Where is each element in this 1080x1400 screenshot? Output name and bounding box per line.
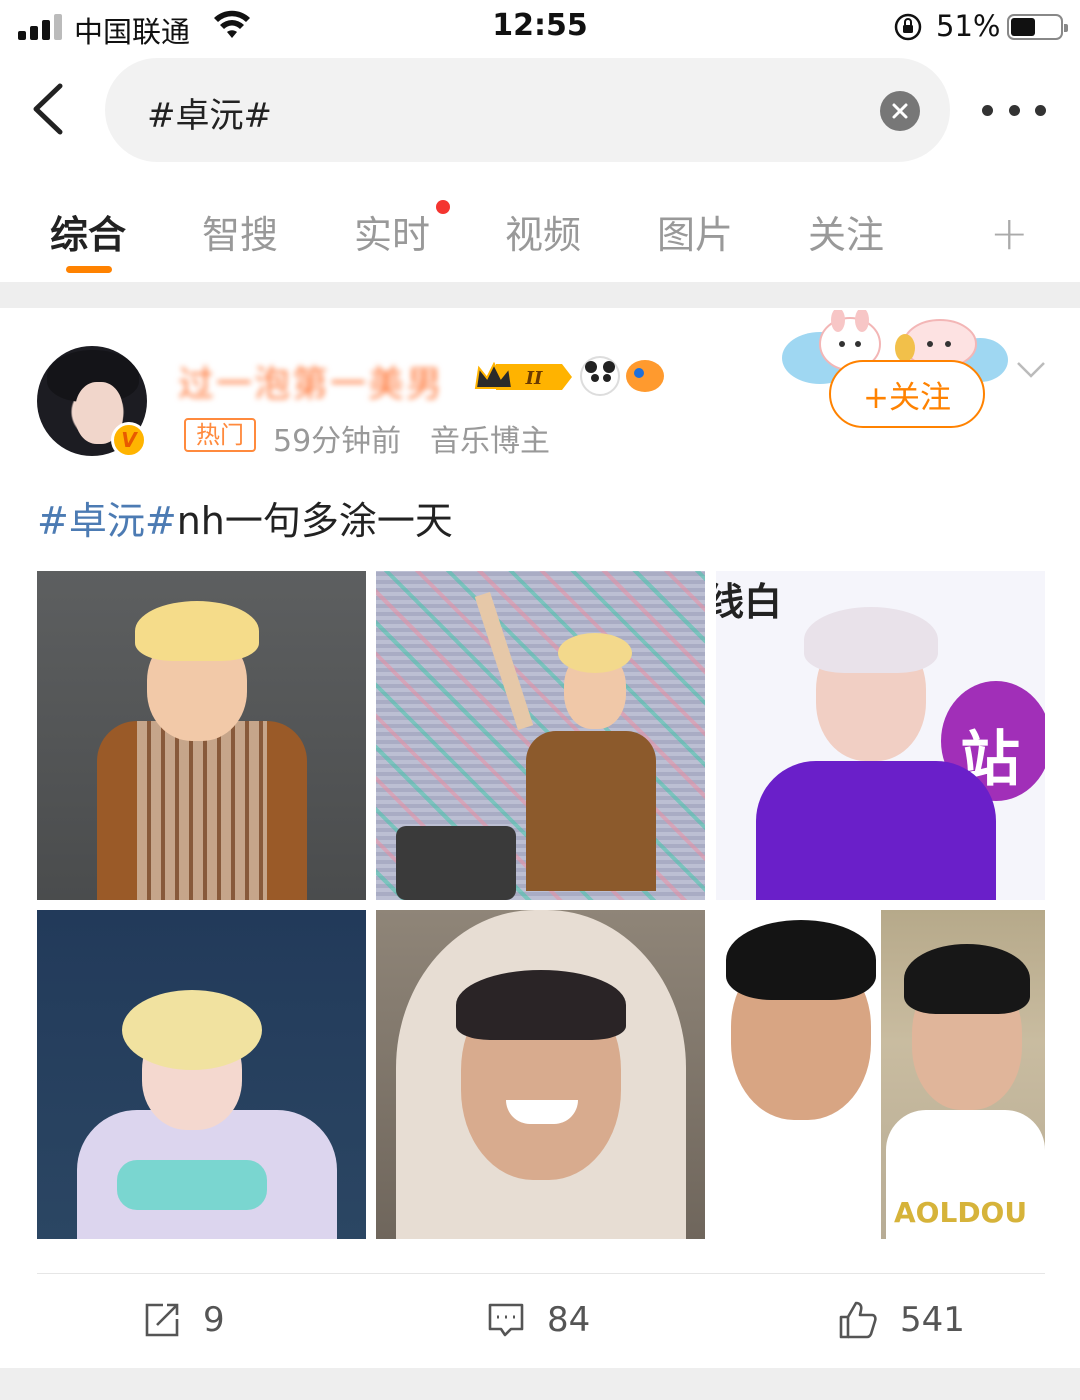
comment-icon — [488, 1303, 524, 1337]
sign-top-text: 线白 — [716, 580, 783, 624]
post-image-5[interactable] — [376, 910, 705, 1239]
like-button[interactable]: 541 — [838, 1296, 965, 1344]
comment-count: 84 — [547, 1300, 591, 1340]
close-icon — [892, 103, 908, 119]
post-image-2[interactable] — [376, 571, 705, 900]
repost-button[interactable]: 9 — [143, 1296, 225, 1344]
like-count: 541 — [900, 1300, 965, 1340]
hot-tag: 热门 — [184, 418, 256, 452]
post-source: 音乐博主 — [430, 424, 550, 459]
add-tab-button[interactable]: + — [990, 206, 1029, 260]
back-button[interactable] — [22, 78, 72, 140]
section-divider — [0, 282, 1080, 308]
crown-level-badge-icon: II — [474, 361, 572, 390]
verified-badge-icon: V — [111, 422, 147, 458]
rotation-lock-icon — [894, 13, 922, 41]
post-body: nh一句多涂一天 — [176, 499, 453, 543]
topic-link[interactable]: #卓沅# — [37, 499, 177, 543]
shirt-text: AOLDOU — [894, 1196, 1028, 1229]
action-divider — [37, 1273, 1045, 1274]
post-image-1[interactable] — [37, 571, 366, 900]
status-bar: 中国联通 12:55 51% — [0, 0, 1080, 56]
chevron-left-icon — [33, 83, 63, 135]
panda-icon — [580, 356, 620, 396]
dot-icon — [1035, 104, 1046, 116]
follow-button[interactable]: +关注 — [829, 360, 985, 428]
more-options-button[interactable] — [982, 100, 1046, 120]
post-image-3[interactable]: 线白 站 — [716, 571, 1045, 900]
post-time: 59分钟前 — [273, 424, 402, 459]
tab-smart-search[interactable]: 智搜 — [202, 204, 278, 259]
tab-following[interactable]: 关注 — [808, 204, 884, 259]
comment-button[interactable]: 84 — [487, 1296, 590, 1344]
clear-search-button[interactable] — [880, 91, 920, 131]
username[interactable]: 过一泡第一美男 — [178, 355, 444, 407]
tab-realtime[interactable]: 实时 — [354, 204, 430, 259]
thumbs-up-icon — [839, 1301, 877, 1339]
post-image-4[interactable] — [37, 910, 366, 1239]
search-tabs: 综合 智搜 实时 视频 图片 关注 — [0, 180, 1080, 280]
tab-comprehensive[interactable]: 综合 — [50, 204, 126, 259]
tab-video[interactable]: 视频 — [505, 204, 581, 259]
dot-icon — [1008, 104, 1020, 116]
repost-count: 9 — [203, 1300, 225, 1340]
battery-icon — [1007, 14, 1068, 40]
tab-images[interactable]: 图片 — [657, 204, 733, 259]
active-tab-indicator — [66, 266, 112, 273]
dot-icon — [982, 104, 993, 116]
goldfish-icon — [626, 360, 664, 392]
realtime-notification-dot — [436, 200, 450, 214]
search-input[interactable]: #卓沅# — [105, 58, 950, 162]
battery-percent: 51% — [936, 9, 1001, 43]
chevron-down-icon[interactable] — [1016, 360, 1046, 380]
level-badge-text: II — [525, 368, 543, 389]
search-query: #卓沅# — [147, 96, 272, 136]
post-image-6[interactable]: AOLDOU — [716, 910, 1045, 1239]
section-divider-bottom — [0, 1368, 1080, 1400]
repost-icon — [145, 1303, 179, 1337]
post-text: #卓沅#nh一句多涂一天 — [37, 490, 453, 545]
